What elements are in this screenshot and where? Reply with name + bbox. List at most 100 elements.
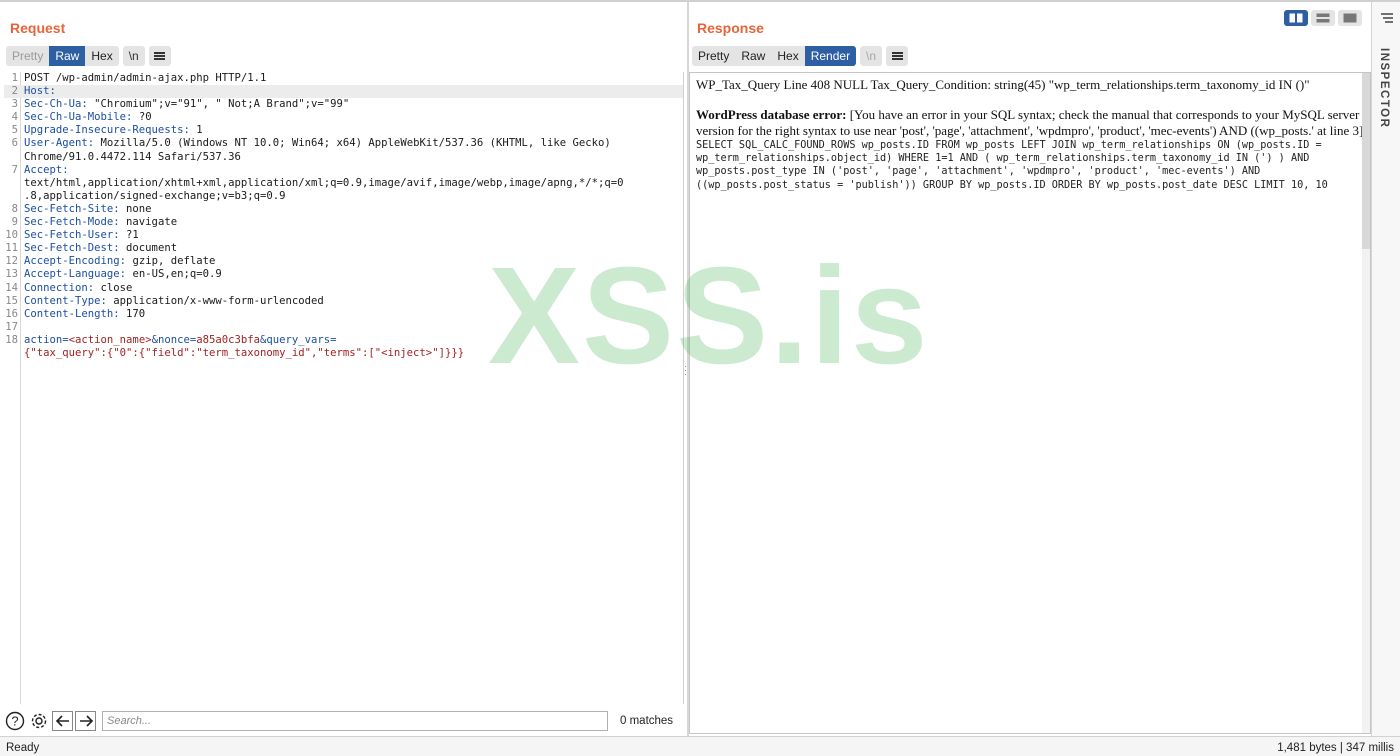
line-text: Accept-Language: en-US,en;q=0.9	[21, 268, 222, 281]
response-render-view[interactable]: WP_Tax_Query Line 408 NULL Tax_Query_Con…	[689, 72, 1371, 734]
line-token: Sec-Fetch-Dest:	[24, 242, 120, 255]
response-view-tabs: Pretty Raw Hex Render	[692, 46, 857, 66]
line-token: Accept-Language:	[24, 268, 127, 281]
line-token: 1	[189, 124, 203, 137]
request-editor[interactable]: 1 POST /wp-admin/admin-ajax.php HTTP/1.1 2…	[4, 72, 684, 704]
line-text: User-Agent: Mozilla/5.0 (Windows NT 10.0…	[21, 137, 611, 150]
request-line: 11 Sec-Fetch-Dest: document	[4, 242, 683, 255]
layout-single-button[interactable]	[1338, 10, 1362, 26]
request-line: 15 Content-Type: application/x-www-form-u…	[4, 295, 683, 308]
response-tab-render[interactable]: Render	[804, 46, 857, 66]
line-number: 9	[11, 216, 18, 229]
request-line: 4 Sec-Ch-Ua-Mobile: ?0	[4, 111, 683, 124]
previous-match-button[interactable]	[52, 711, 73, 731]
splitter-handle[interactable]: · · ·	[684, 362, 688, 379]
render-debug-line: WP_Tax_Query Line 408 NULL Tax_Query_Con…	[696, 77, 1310, 92]
line-number: 2	[11, 85, 18, 98]
line-token: Sec-Ch-Ua:	[24, 98, 88, 111]
layout-side-by-side-button[interactable]	[1284, 10, 1308, 26]
line-text: Content-Type: application/x-www-form-url…	[21, 295, 324, 308]
request-tab-hex[interactable]: Hex	[85, 46, 118, 66]
line-token: POST /wp-admin/admin-ajax.php HTTP/1.1	[24, 72, 267, 84]
line-token: Sec-Fetch-Site:	[24, 202, 120, 215]
request-tab-pretty[interactable]: Pretty	[6, 46, 49, 66]
request-view-tabs: Pretty Raw Hex	[6, 46, 119, 66]
columns-icon	[1289, 13, 1303, 23]
request-line: 9 Sec-Fetch-Mode: navigate	[4, 216, 683, 229]
inspector-list-icon[interactable]	[1380, 12, 1394, 24]
line-token: Sec-Ch-Ua-Mobile:	[24, 111, 133, 124]
inspector-sidebar[interactable]: INSPECTOR	[1371, 2, 1400, 736]
response-tab-raw[interactable]: Raw	[735, 46, 771, 66]
request-menu-button[interactable]	[148, 46, 171, 66]
response-newline-toggle[interactable]: \n	[860, 46, 883, 66]
status-size-time: 1,481 bytes | 347 millis	[1277, 742, 1394, 754]
settings-button[interactable]	[28, 710, 50, 732]
request-tab-raw[interactable]: Raw	[49, 46, 86, 66]
line-text: Connection: close	[21, 282, 132, 295]
request-line: 17	[4, 321, 683, 334]
request-line: 18 action=<action_name>&nonce=a85a0c3bfa&…	[4, 334, 683, 347]
line-number: 15	[5, 294, 18, 307]
render-sql-query: SELECT SQL_CALC_FOUND_ROWS wp_posts.ID F…	[696, 140, 1328, 191]
line-number: 12	[5, 255, 18, 268]
search-input[interactable]	[102, 711, 608, 731]
response-tab-pretty[interactable]: Pretty	[692, 46, 735, 66]
response-title: Response	[697, 20, 764, 36]
line-token: gzip, deflate	[126, 255, 216, 268]
response-scrollbar-thumb[interactable]	[1362, 73, 1370, 249]
help-button[interactable]: ?	[4, 710, 26, 732]
rows-icon	[1316, 13, 1330, 23]
line-token: action=	[24, 333, 69, 346]
request-line: 6 User-Agent: Mozilla/5.0 (Windows NT 10.…	[4, 137, 683, 150]
response-menu-button[interactable]	[886, 46, 909, 66]
request-newline-toggle[interactable]: \n	[122, 46, 145, 66]
request-line: 12 Accept-Encoding: gzip, deflate	[4, 255, 683, 268]
line-number: 1	[11, 72, 18, 84]
layout-stacked-button[interactable]	[1311, 10, 1335, 26]
request-line: 8 Sec-Fetch-Site: none	[4, 203, 683, 216]
line-number: 3	[11, 98, 18, 111]
request-line-wrap: .8,application/signed-exchange;v=b3;q=0.…	[24, 189, 286, 202]
next-match-button[interactable]	[75, 711, 96, 731]
line-text: Accept-Encoding: gzip, deflate	[21, 255, 215, 268]
line-text: Sec-Fetch-Site: none	[21, 203, 152, 216]
line-number: 18	[5, 333, 18, 346]
single-pane-icon	[1343, 13, 1357, 23]
line-token: Content-Length:	[24, 307, 120, 320]
line-token: 170	[119, 307, 146, 320]
render-error-label: WordPress database error:	[696, 107, 847, 122]
line-number: 4	[11, 111, 18, 124]
request-line: 14 Connection: close	[4, 282, 683, 295]
request-line: 5 Upgrade-Insecure-Requests: 1	[4, 124, 683, 137]
request-tab-bar: Pretty Raw Hex \n	[6, 46, 171, 66]
line-token: ?0	[132, 111, 152, 124]
response-scrollbar[interactable]	[1362, 73, 1370, 733]
line-number: 7	[11, 163, 18, 176]
line-token: none	[119, 202, 152, 215]
line-token: &query_vars=	[260, 333, 337, 346]
request-line: 16 Content-Length: 170	[4, 308, 683, 321]
status-ready: Ready	[6, 742, 40, 754]
line-token: Accept-Encoding:	[24, 255, 127, 268]
line-text: Sec-Ch-Ua: "Chromium";v="91", " Not;A Br…	[21, 98, 349, 111]
line-token: Sec-Fetch-User:	[24, 229, 120, 242]
request-line: 3 Sec-Ch-Ua: "Chromium";v="91", " Not;A B…	[4, 98, 683, 111]
line-token: a85a0c3bfa	[196, 333, 261, 346]
line-token: navigate	[119, 216, 178, 229]
line-token: application/x-www-form-urlencoded	[106, 294, 324, 307]
line-token: Sec-Fetch-Mode:	[24, 216, 120, 229]
request-line-wrap: text/html,application/xhtml+xml,applicat…	[24, 176, 624, 189]
line-text: Sec-Ch-Ua-Mobile: ?0	[21, 111, 152, 124]
line-number: 17	[5, 320, 18, 333]
request-line-wrap: {"tax_query":{"0":{"field":"term_taxonom…	[4, 347, 683, 360]
line-text: action=<action_name>&nonce=a85a0c3bfa&qu…	[21, 334, 337, 347]
inspector-label[interactable]: INSPECTOR	[1378, 48, 1390, 128]
request-line: 1 POST /wp-admin/admin-ajax.php HTTP/1.1	[4, 72, 683, 85]
line-token: <action_name>	[68, 333, 152, 346]
request-line-wrap: Chrome/91.0.4472.114 Safari/537.36	[24, 150, 241, 163]
line-token: &nonce=	[151, 333, 197, 346]
response-tab-hex[interactable]: Hex	[771, 46, 804, 66]
line-token: ?1	[119, 229, 139, 242]
line-number: 10	[5, 229, 18, 242]
